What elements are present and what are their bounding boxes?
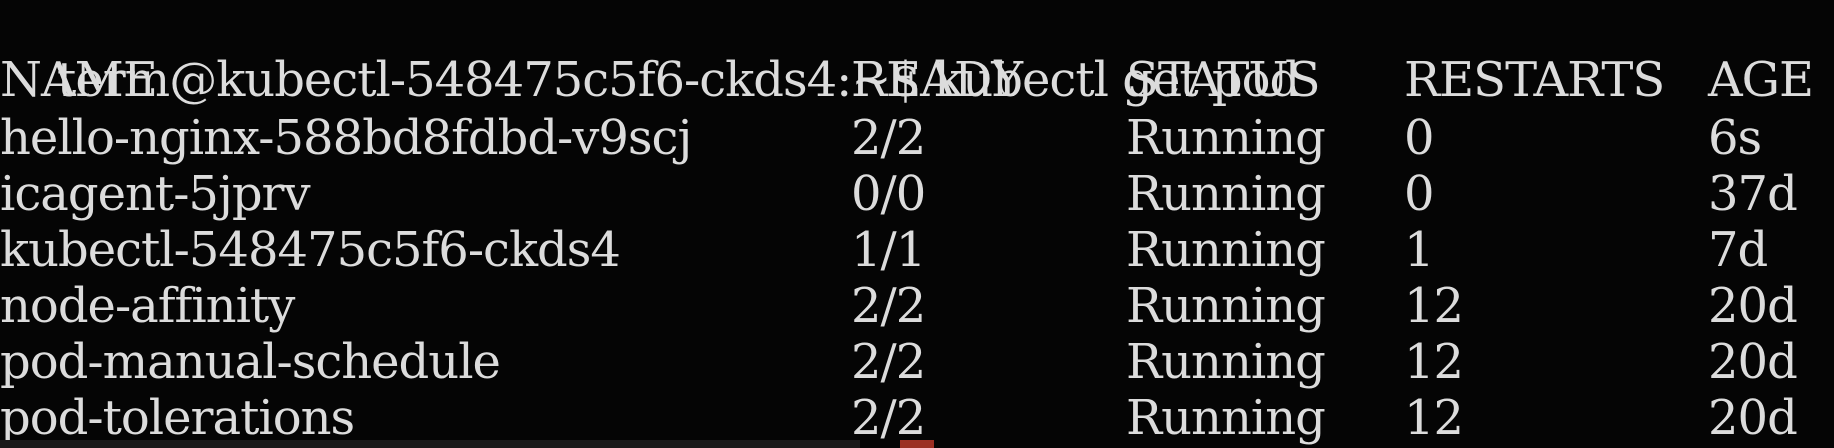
pod-ready: 2/2: [851, 390, 926, 446]
pod-status: Running: [1126, 334, 1326, 390]
pod-status: Running: [1126, 222, 1326, 278]
header-restarts: RESTARTS: [1404, 52, 1665, 108]
table-row: pod-manual-schedule 2/2 Running 12 20d: [0, 334, 1798, 390]
next-prompt-partial: [0, 440, 860, 448]
pod-age: 6s: [1708, 110, 1762, 166]
table-row: pod-tolerations 2/2 Running 12 20d: [0, 390, 1798, 446]
header-age: AGE: [1708, 52, 1814, 108]
pod-ready: 0/0: [851, 166, 926, 222]
pod-name: kubectl-548475c5f6-ckds4: [0, 222, 621, 278]
pod-age: 37d: [1708, 166, 1798, 222]
pod-ready: 2/2: [851, 278, 926, 334]
pod-restarts: 12: [1404, 334, 1464, 390]
terminal-window[interactable]: term@kubectl-548475c5f6-ckds4:~$ kubectl…: [0, 0, 1834, 448]
command-line: term@kubectl-548475c5f6-ckds4:~$ kubectl…: [0, 0, 1300, 108]
pod-name: node-affinity: [0, 278, 295, 334]
table-row: kubectl-548475c5f6-ckds4 1/1 Running 1 7…: [0, 222, 1768, 278]
header-ready: READY: [851, 52, 1023, 108]
pod-status: Running: [1126, 278, 1326, 334]
pod-name: icagent-5jprv: [0, 166, 311, 222]
pod-age: 7d: [1708, 222, 1768, 278]
text-cursor: [900, 440, 934, 448]
pod-ready: 2/2: [851, 334, 926, 390]
prompt-command-text: term@kubectl-548475c5f6-ckds4:~$ kubectl…: [57, 52, 1300, 108]
table-row: hello-nginx-588bd8fdbd-v9scj 2/2 Running…: [0, 110, 1762, 166]
pod-restarts: 0: [1404, 166, 1435, 222]
table-row: node-affinity 2/2 Running 12 20d: [0, 278, 1798, 334]
table-row: icagent-5jprv 0/0 Running 0 37d: [0, 166, 1798, 222]
pod-name: pod-tolerations: [0, 390, 355, 446]
pod-status: Running: [1126, 166, 1326, 222]
pod-restarts: 1: [1404, 222, 1435, 278]
pod-name: hello-nginx-588bd8fdbd-v9scj: [0, 110, 692, 166]
pod-name: pod-manual-schedule: [0, 334, 501, 390]
pod-ready: 1/1: [851, 222, 926, 278]
table-header-row: NAME READY STATUS RESTARTS AGE: [0, 52, 1814, 108]
pod-status: Running: [1126, 390, 1326, 446]
pod-restarts: 12: [1404, 278, 1464, 334]
pod-age: 20d: [1708, 390, 1798, 446]
pod-restarts: 12: [1404, 390, 1464, 446]
pod-status: Running: [1126, 110, 1326, 166]
pod-age: 20d: [1708, 278, 1798, 334]
header-status: STATUS: [1126, 52, 1321, 108]
header-name: NAME: [0, 52, 158, 108]
pod-age: 20d: [1708, 334, 1798, 390]
pod-ready: 2/2: [851, 110, 926, 166]
pod-restarts: 0: [1404, 110, 1435, 166]
